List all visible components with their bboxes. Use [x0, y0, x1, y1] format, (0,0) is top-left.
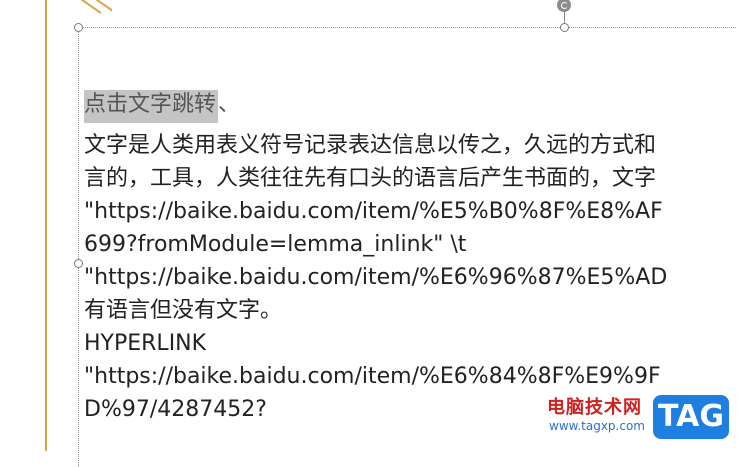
- text-content[interactable]: 点击文字跳转、 文字是人类用表义符号记录表达信息以传之，久远的方式和 言的，工具…: [84, 88, 737, 426]
- text-line-4: 699?fromModule=lemma_inlink" \t: [84, 232, 467, 257]
- watermark-url: www.tagxp.com: [549, 419, 645, 433]
- text-line-6: 有语言但没有文字。: [84, 298, 283, 323]
- watermark: 电脑技术网 www.tagxp.com TAG: [519, 393, 729, 445]
- selected-link-text[interactable]: 点击文字跳转: [84, 90, 219, 123]
- page-corner-mark: [78, 0, 112, 14]
- heading-punctuation: 、: [218, 92, 241, 117]
- text-line-5: "https://baike.baidu.com/item/%E6%96%87%…: [84, 265, 668, 290]
- text-line-7: HYPERLINK: [84, 331, 207, 356]
- hyperlink-heading[interactable]: 点击文字跳转、: [84, 88, 737, 123]
- text-line-8: "https://baike.baidu.com/item/%E6%84%8F%…: [84, 364, 661, 389]
- watermark-site-name: 电脑技术网: [547, 397, 642, 418]
- text-line-1: 文字是人类用表义符号记录表达信息以传之，久远的方式和: [84, 133, 657, 158]
- resize-handle-top-left[interactable]: [74, 23, 83, 32]
- text-line-3: "https://baike.baidu.com/item/%E5%B0%8F%…: [84, 199, 663, 224]
- rotate-handle-icon[interactable]: [557, 0, 571, 12]
- page-left-rule: [45, 0, 47, 451]
- resize-handle-middle-left[interactable]: [74, 259, 83, 268]
- watermark-badge: TAG: [653, 395, 729, 439]
- text-line-2: 言的，工具，人类往往先有口头的语言后产生书面的，文字: [84, 166, 657, 191]
- resize-handle-top-center[interactable]: [560, 23, 569, 32]
